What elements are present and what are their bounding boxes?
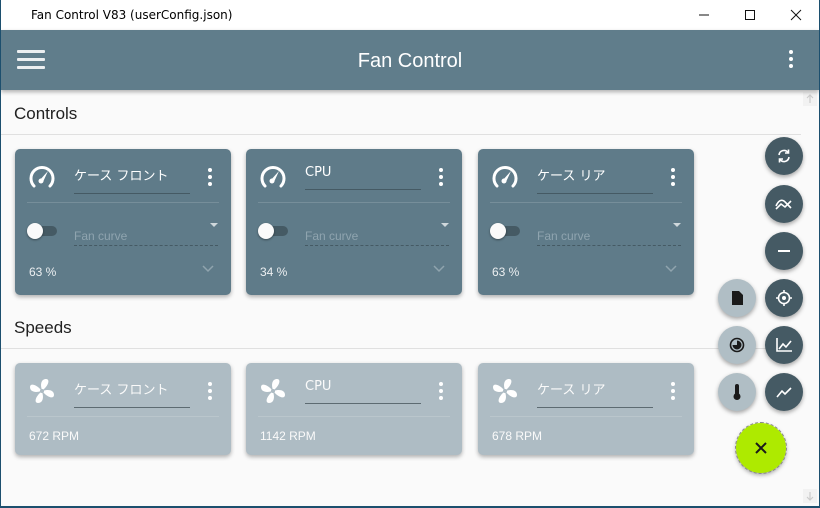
speedometer-icon — [260, 166, 286, 188]
card-more-icon[interactable] — [670, 168, 676, 188]
speedometer-icon — [29, 166, 55, 188]
speed-name[interactable]: ケース リア — [537, 379, 653, 408]
controls-section-title: Controls — [14, 104, 78, 123]
refresh-icon — [778, 149, 790, 163]
card-separator — [258, 202, 450, 203]
speed-value: 1142 RPM — [260, 429, 316, 443]
card-more-icon[interactable] — [207, 168, 213, 188]
file-button[interactable] — [718, 279, 756, 317]
control-name[interactable]: ケース リア — [537, 165, 653, 194]
chevron-down-icon[interactable] — [432, 263, 446, 275]
target-icon — [776, 290, 792, 306]
fan-curve-select[interactable]: Fan curve — [537, 223, 681, 246]
maximize-icon — [745, 10, 755, 20]
fan-curve-select[interactable]: Fan curve — [305, 223, 449, 246]
timer-button[interactable] — [718, 326, 756, 364]
enable-toggle[interactable] — [490, 223, 520, 239]
speed-card: ケース リア 678 RPM — [478, 363, 694, 455]
chevron-down-icon[interactable] — [664, 263, 678, 275]
scroll-down-button[interactable] — [803, 489, 817, 503]
trend-button[interactable] — [765, 373, 803, 411]
control-card: CPU Fan curve 34 % — [246, 149, 462, 295]
speed-name[interactable]: ケース フロント — [74, 379, 190, 408]
control-value: 63 % — [29, 265, 57, 279]
minimize-button[interactable] — [681, 0, 727, 30]
arrow-down-icon — [806, 492, 814, 501]
controls-divider — [1, 134, 801, 135]
minus-icon — [778, 250, 790, 252]
timer-icon — [729, 337, 745, 353]
card-separator — [490, 202, 682, 203]
fan-icon — [30, 379, 54, 403]
more-vert-icon[interactable] — [787, 50, 795, 72]
thermometer-icon — [733, 384, 741, 400]
trend-icon — [776, 387, 792, 398]
control-card: ケース フロント Fan curve 63 % — [15, 149, 231, 295]
close-icon — [755, 442, 767, 454]
maximize-button[interactable] — [727, 0, 773, 30]
dropdown-caret-icon — [441, 223, 449, 227]
speed-card: ケース フロント 672 RPM — [15, 363, 231, 455]
title-bar: Fan Control V83 (userConfig.json) — [1, 0, 819, 30]
speed-value: 678 RPM — [492, 429, 543, 443]
speeds-divider — [1, 348, 801, 349]
speedometer-icon — [492, 166, 518, 188]
refresh-button[interactable] — [765, 137, 803, 175]
speed-card: CPU 1142 RPM — [246, 363, 462, 455]
mix-curve-button[interactable] — [765, 185, 803, 223]
card-separator — [27, 202, 219, 203]
card-more-icon[interactable] — [207, 382, 213, 402]
fan-icon — [493, 379, 517, 403]
speed-value: 672 RPM — [29, 429, 80, 443]
remove-button[interactable] — [765, 232, 803, 270]
fan-curve-placeholder: Fan curve — [537, 229, 591, 243]
fan-icon — [261, 379, 285, 403]
app-bar: Fan Control — [1, 30, 819, 90]
fan-curve-select[interactable]: Fan curve — [74, 223, 218, 246]
window-title: Fan Control V83 (userConfig.json) — [31, 8, 233, 22]
control-card: ケース リア Fan curve 63 % — [478, 149, 694, 295]
card-more-icon[interactable] — [438, 168, 444, 188]
speeds-section-title: Speeds — [14, 318, 72, 337]
thermometer-button[interactable] — [718, 373, 756, 411]
enable-toggle[interactable] — [258, 223, 288, 239]
dropdown-caret-icon — [673, 223, 681, 227]
card-more-icon[interactable] — [670, 382, 676, 402]
target-button[interactable] — [765, 279, 803, 317]
app-window: Fan Control V83 (userConfig.json) Fan Co… — [0, 0, 819, 507]
card-separator — [490, 416, 682, 417]
file-icon — [732, 291, 743, 305]
scroll-up-button[interactable] — [803, 92, 817, 106]
fan-curve-placeholder: Fan curve — [305, 229, 359, 243]
arrow-up-icon — [806, 94, 814, 103]
fan-curve-placeholder: Fan curve — [74, 229, 128, 243]
card-separator — [258, 416, 450, 417]
card-more-icon[interactable] — [438, 382, 444, 402]
dropdown-caret-icon — [210, 223, 218, 227]
control-value: 63 % — [492, 265, 520, 279]
control-value: 34 % — [260, 265, 288, 279]
enable-toggle[interactable] — [27, 223, 57, 239]
card-separator — [27, 416, 219, 417]
close-window-button[interactable] — [773, 0, 819, 30]
speed-name[interactable]: CPU — [305, 379, 421, 404]
control-name[interactable]: CPU — [305, 165, 421, 190]
control-name[interactable]: ケース フロント — [74, 165, 190, 194]
mix-curve-icon — [775, 199, 792, 210]
close-icon — [790, 9, 802, 21]
app-title: Fan Control — [357, 50, 463, 72]
graph-button[interactable] — [765, 326, 803, 364]
graph-icon — [776, 338, 792, 352]
close-fab-button[interactable] — [735, 422, 787, 474]
chevron-down-icon[interactable] — [201, 263, 215, 275]
minimize-icon — [699, 14, 709, 16]
